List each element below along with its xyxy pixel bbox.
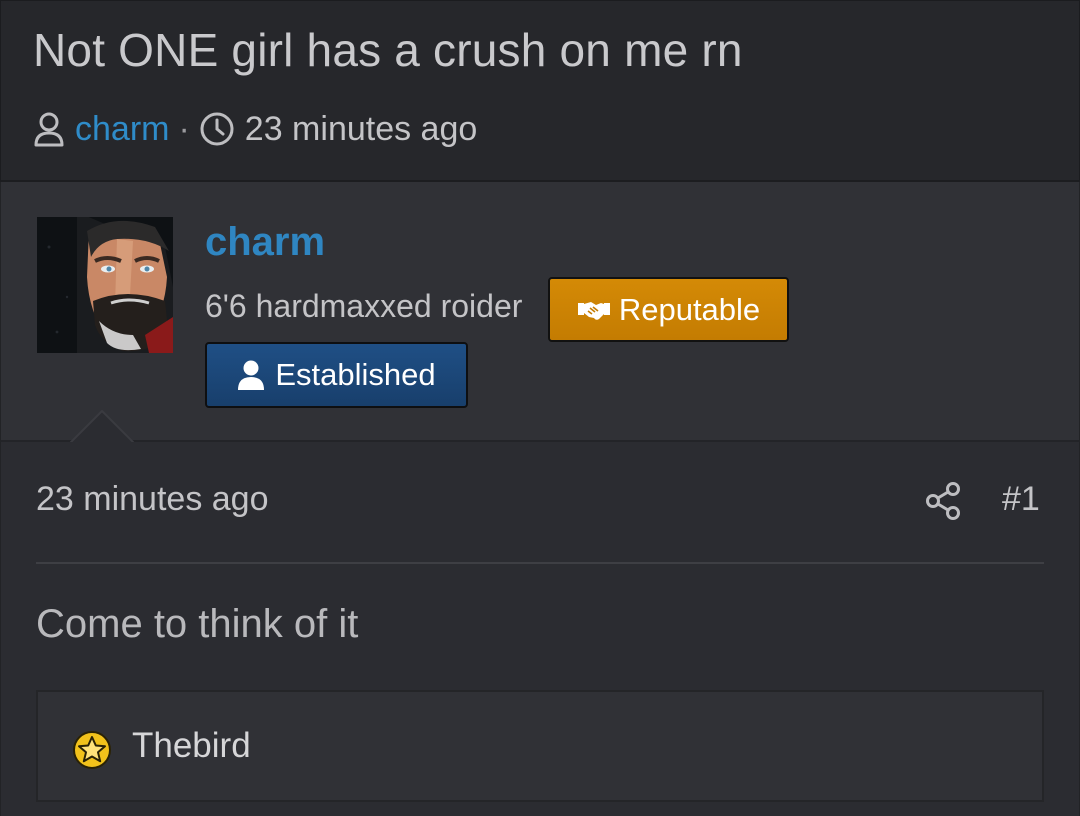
established-badge[interactable]: Established: [205, 342, 468, 408]
thread-page: Not ONE girl has a crush on me rn charm …: [0, 0, 1080, 816]
post-number-link[interactable]: #1: [1002, 480, 1040, 519]
post-time-link[interactable]: 23 minutes ago: [36, 480, 269, 519]
message-username-link[interactable]: charm: [205, 220, 325, 265]
user-title: 6'6 hardmaxxed roider: [205, 288, 523, 324]
post-text: Come to think of it: [36, 602, 359, 646]
thread-time-link[interactable]: 23 minutes ago: [245, 110, 478, 149]
user-icon: [33, 111, 65, 147]
reputable-badge-label: Reputable: [618, 291, 761, 327]
user-icon: [237, 360, 265, 390]
handshake-icon: [577, 299, 611, 321]
thread-meta: charm · 23 minutes ago: [33, 107, 477, 151]
star-reaction-icon: [72, 730, 112, 775]
message-user-block: [0, 182, 1080, 442]
established-badge-label: Established: [275, 357, 436, 392]
clock-icon: [199, 111, 235, 147]
meta-separator: ·: [178, 109, 190, 148]
reactions-bar[interactable]: Thebird: [36, 690, 1044, 802]
thread-header: Not ONE girl has a crush on me rn charm …: [0, 0, 1080, 182]
thread-author-link[interactable]: charm: [75, 110, 169, 149]
reaction-user-link[interactable]: Thebird: [132, 726, 251, 766]
share-icon[interactable]: [924, 481, 962, 526]
thread-title: Not ONE girl has a crush on me rn: [33, 24, 743, 76]
post-pointer-arrow: [70, 410, 134, 444]
post-divider: [36, 562, 1044, 564]
reputable-badge[interactable]: Reputable: [548, 277, 789, 342]
avatar[interactable]: [37, 217, 173, 353]
